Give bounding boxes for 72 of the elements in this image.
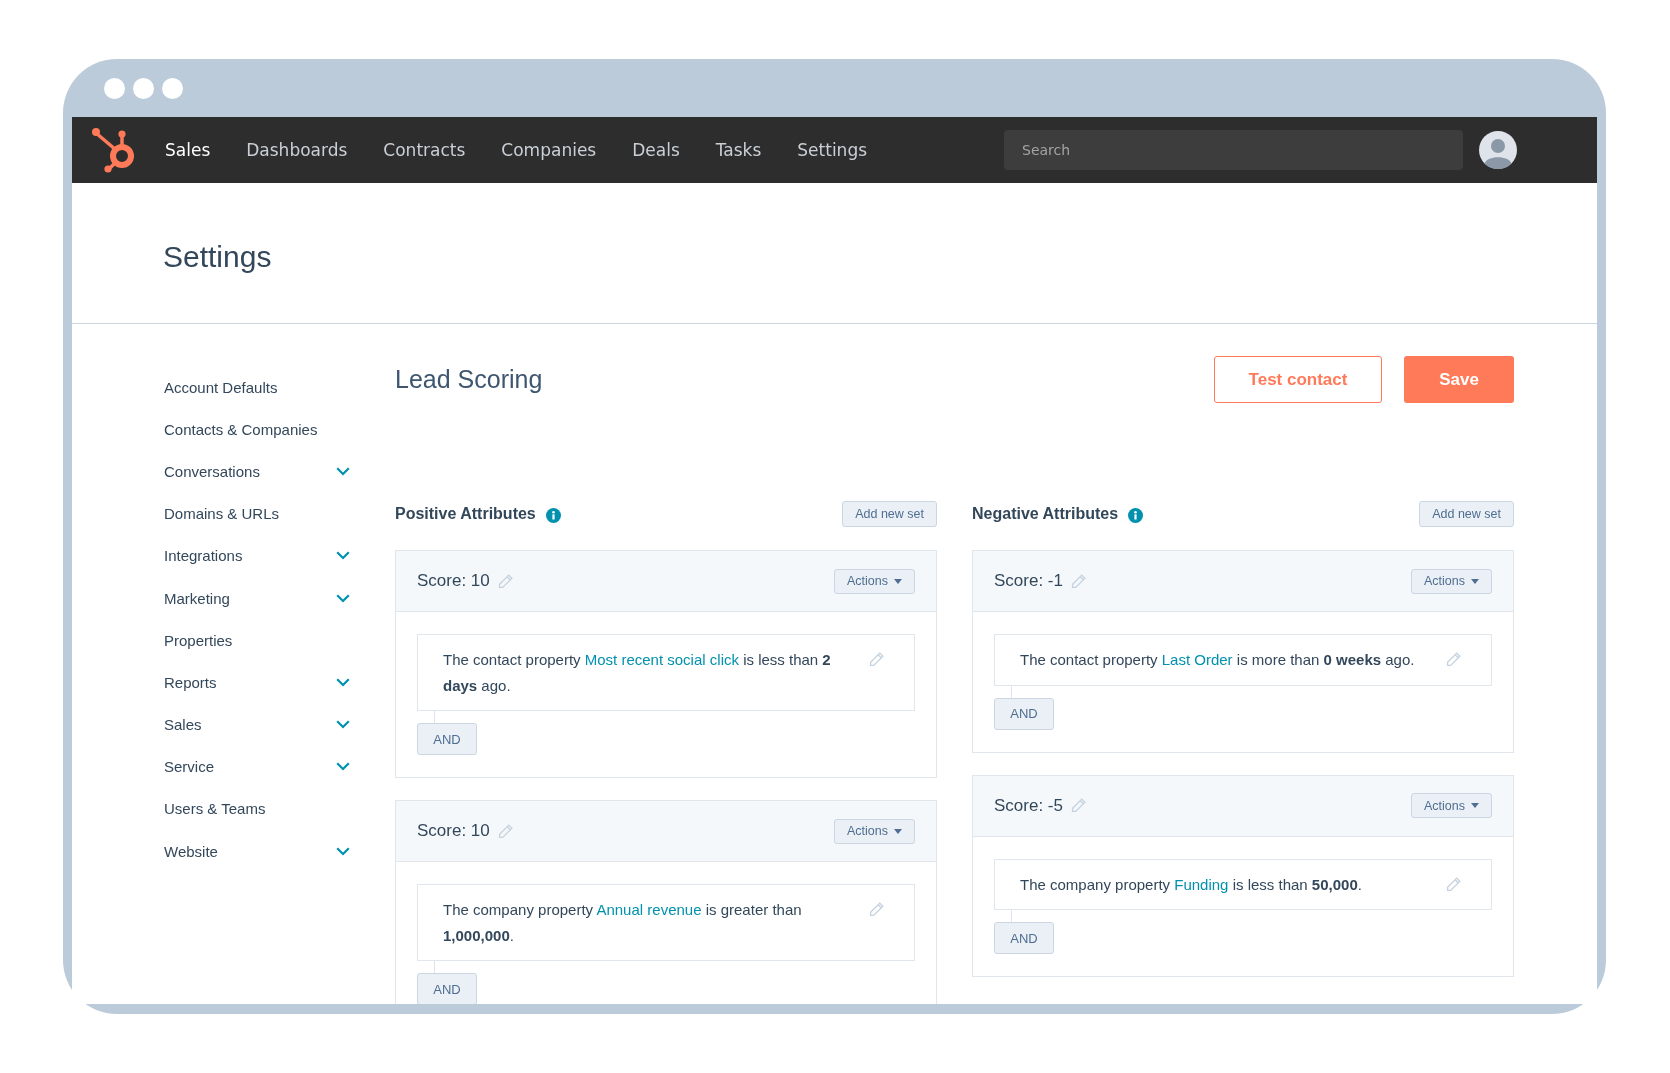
info-icon[interactable] [545,508,561,523]
property-link[interactable]: Most recent social click [584,651,739,668]
column-title: Negative Attributes [972,505,1119,523]
pencil-icon[interactable] [497,823,513,839]
sidebar-item[interactable]: Account Defaults [164,366,350,409]
score-label: Score: -1 [994,571,1063,591]
actions-button[interactable]: Actions [834,568,915,594]
sidebar-item[interactable]: Integrations [164,534,350,577]
avatar-icon[interactable] [1479,131,1517,169]
caret-icon [1471,578,1479,584]
sidebar-item[interactable]: Marketing [164,576,350,620]
chevron-down-icon [336,593,350,603]
score-label: Score: -5 [994,795,1063,816]
nav-item[interactable]: Sales [165,140,211,160]
sidebar-item[interactable]: Conversations [164,450,350,493]
pencil-icon[interactable] [1446,876,1461,892]
window-dot-icon [104,77,125,99]
pencil-icon[interactable] [1071,798,1086,813]
caret-icon [1471,803,1479,808]
condition-text: The company property Annual revenue is greater than 1,000,000. [443,900,803,946]
search-field[interactable]: Search [1004,130,1463,170]
actions-button[interactable]: Actions [1411,568,1492,594]
nav-item[interactable]: Deals [632,140,680,160]
section-title: Lead Scoring [395,365,543,394]
pencil-icon[interactable] [1071,573,1086,589]
pencil-icon[interactable] [869,652,884,667]
info-icon[interactable] [1128,508,1144,523]
property-link[interactable]: Funding [1174,875,1229,893]
caret-icon [894,828,902,834]
sidebar-item[interactable]: Properties [164,619,350,662]
condition-text: The company property Funding is less than 50,000. [1020,874,1363,895]
nav-item[interactable]: Tasks [715,140,762,160]
nav-item[interactable]: Companies [501,140,597,160]
window-dot-icon [133,77,154,99]
chevron-down-icon [336,551,350,561]
pencil-icon[interactable] [1446,652,1461,667]
sidebar-item[interactable]: Users & Teams [164,787,350,831]
sidebar-item[interactable]: Sales [164,703,350,746]
nav-item[interactable]: Settings [797,140,868,160]
chevron-down-icon [336,466,350,476]
sidebar-item[interactable]: Contacts & Companies [164,408,350,451]
and-button[interactable]: AND [417,723,477,755]
sidebar-item[interactable]: Website [164,830,350,873]
nav-item[interactable]: Dashboards [246,140,348,160]
chevron-down-icon [336,846,350,856]
chevron-down-icon [336,762,350,772]
window-dot-icon [162,77,183,99]
and-button[interactable]: AND [417,973,477,1004]
score-label: Score: 10 [417,821,490,841]
add-new-set-button[interactable]: Add new set [1419,501,1514,527]
actions-button[interactable]: Actions [1411,793,1492,818]
sidebar-item[interactable]: Domains & URLs [164,492,350,535]
nav-item[interactable]: Contracts [383,140,466,160]
pencil-icon[interactable] [869,902,884,917]
property-link[interactable]: Annual revenue [596,901,702,918]
logo-icon[interactable] [91,126,136,174]
score-label: Score: 10 [417,571,490,591]
and-button[interactable]: AND [994,697,1054,730]
page-title: Settings [163,240,272,274]
condition-text: The contact property Most recent social click is less than 2 days ago. [443,650,832,696]
caret-icon [894,578,902,584]
sidebar-item[interactable]: Reports [164,661,350,704]
condition-text: The contact property Last Order is more than 0 weeks ago. [1020,650,1416,670]
property-link[interactable]: Last Order [1161,651,1233,668]
chevron-down-icon [336,677,350,687]
and-button[interactable]: AND [994,922,1054,954]
pencil-icon[interactable] [497,573,513,589]
add-new-set-button[interactable]: Add new set [842,501,937,527]
column-title: Positive Attributes [395,505,536,523]
sidebar-item[interactable]: Service [164,745,350,788]
chevron-down-icon [336,720,350,730]
actions-button[interactable]: Actions [834,818,915,844]
